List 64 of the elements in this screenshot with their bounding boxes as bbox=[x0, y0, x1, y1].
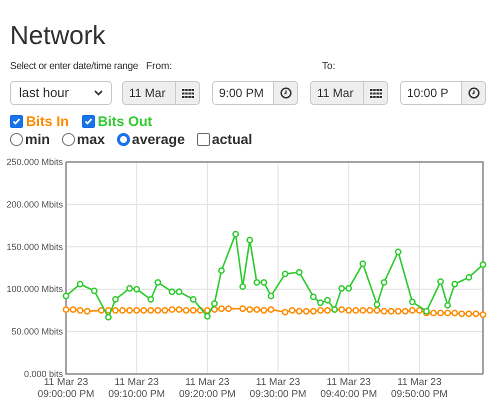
data-point bbox=[112, 296, 119, 303]
data-point bbox=[190, 296, 197, 303]
clock-button[interactable] bbox=[274, 81, 298, 105]
calendar-icon bbox=[182, 88, 194, 98]
y-axis-label: 50.000 Mbits bbox=[11, 326, 63, 337]
y-axis-label: 0.000 bits bbox=[24, 369, 63, 379]
x-axis-label: 11 Mar 23 09:30:00 PM bbox=[250, 377, 306, 400]
data-point bbox=[62, 292, 70, 300]
x-axis-label: 11 Mar 23 09:40:00 PM bbox=[320, 377, 378, 400]
y-axis-label: 100.000 Mbits bbox=[6, 284, 63, 294]
checkbox[interactable] bbox=[196, 132, 210, 146]
data-point bbox=[394, 248, 402, 256]
y-axis-label: 200.000 Mbits bbox=[6, 199, 63, 210]
checkbox[interactable] bbox=[10, 114, 23, 128]
data-point bbox=[466, 274, 472, 281]
legend-label: Bits In bbox=[26, 113, 69, 129]
checkbox[interactable] bbox=[82, 114, 95, 128]
data-point bbox=[246, 236, 254, 244]
y-axis-label: 150.000 Mbits bbox=[6, 242, 63, 252]
calendar-button[interactable] bbox=[176, 81, 200, 105]
data-point bbox=[480, 261, 486, 268]
data-point bbox=[218, 267, 225, 274]
data-point bbox=[154, 279, 162, 286]
range-label: Select or enter date/time range bbox=[10, 60, 138, 73]
data-point bbox=[380, 279, 388, 286]
page-title: Network bbox=[10, 20, 106, 50]
data-point bbox=[147, 296, 154, 303]
to-label: To: bbox=[322, 60, 336, 73]
chevron-icon bbox=[94, 90, 103, 96]
x-axis-label: 11 Mar 23 09:10:00 PM bbox=[108, 377, 166, 400]
date-field[interactable]: 11 Mar bbox=[310, 81, 364, 105]
data-point bbox=[282, 270, 288, 278]
option-label: actual bbox=[212, 131, 252, 147]
time-field[interactable]: 9:00 PM bbox=[212, 81, 274, 105]
calendar-icon bbox=[370, 88, 382, 98]
option-label: min bbox=[25, 131, 50, 147]
calendar-button[interactable] bbox=[364, 81, 388, 105]
data-point bbox=[90, 288, 98, 294]
y-axis-label: 250.000 Mbits bbox=[6, 157, 63, 167]
data-point bbox=[360, 260, 366, 268]
data-point bbox=[408, 298, 416, 306]
time-field[interactable]: 10:00 P bbox=[400, 81, 462, 105]
data-point bbox=[76, 280, 84, 288]
x-axis-label: 11 Mar 23 09:00:00 PM bbox=[38, 377, 94, 400]
data-point bbox=[437, 278, 444, 285]
option-label: max bbox=[76, 131, 105, 147]
radio-button[interactable] bbox=[62, 132, 75, 146]
x-axis-label: 11 Mar 23 09:50:00 PM bbox=[391, 377, 448, 400]
clock-icon bbox=[280, 87, 292, 99]
clock-icon bbox=[468, 87, 480, 99]
date-field[interactable]: 11 Mar bbox=[122, 81, 176, 105]
legend-label: Bits Out bbox=[98, 113, 152, 129]
data-point bbox=[239, 283, 246, 290]
range-select[interactable]: last hour bbox=[10, 81, 112, 105]
radio-button[interactable] bbox=[10, 132, 23, 146]
data-point bbox=[296, 268, 303, 276]
data-point bbox=[268, 292, 274, 300]
data-point bbox=[451, 280, 458, 288]
radio-button[interactable] bbox=[116, 132, 130, 146]
data-point bbox=[232, 230, 239, 238]
option-label: average bbox=[132, 131, 185, 147]
x-axis-label: 11 Mar 23 09:20:00 PM bbox=[179, 377, 236, 400]
clock-button[interactable] bbox=[462, 81, 486, 105]
from-label: From: bbox=[146, 60, 174, 73]
